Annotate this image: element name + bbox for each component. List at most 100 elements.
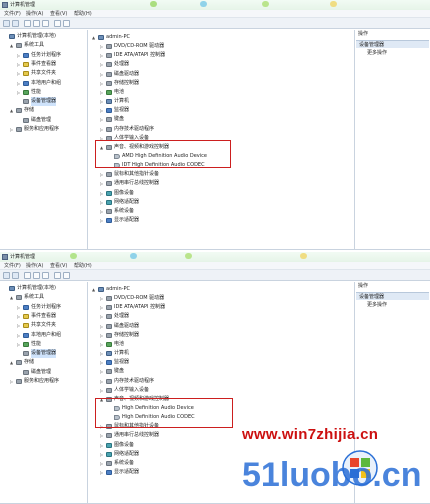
menu-file[interactable]: 文件(F) — [4, 10, 21, 18]
menu-help[interactable]: 帮助(H) — [74, 10, 92, 18]
expand-toggle-icon[interactable]: ▷ — [100, 441, 105, 450]
battery-icon — [106, 89, 112, 95]
menu-help[interactable]: 帮助(H) — [74, 262, 92, 270]
expand-toggle-icon[interactable]: ▷ — [100, 377, 105, 386]
expand-toggle-icon[interactable]: ▷ — [100, 367, 105, 376]
tree-item-label: 存储 — [24, 359, 35, 366]
expand-toggle-icon[interactable]: ▷ — [100, 189, 105, 198]
expand-toggle-icon[interactable]: ▷ — [100, 170, 105, 179]
tree-item-label: 磁盘驱动器 — [114, 322, 140, 329]
menu-bar: 文件(F) 操作(A) 查看(V) 帮助(H) — [0, 262, 430, 270]
expand-toggle-icon[interactable]: ▲ — [10, 106, 15, 115]
update-driver-icon[interactable] — [63, 20, 70, 27]
expand-toggle-icon[interactable]: ▷ — [100, 216, 105, 225]
more-actions-link[interactable]: 更多操作 — [367, 301, 387, 309]
expand-toggle-icon[interactable]: ▷ — [100, 60, 105, 69]
storage-icon — [16, 360, 22, 366]
device-manager-icon — [23, 99, 29, 105]
watermark-logo: 51luobo.cn — [242, 450, 421, 494]
title-bar: 计算机管理 — [0, 252, 430, 262]
expand-toggle-icon[interactable]: ▷ — [100, 42, 105, 51]
expand-toggle-icon[interactable]: ▷ — [17, 312, 22, 321]
expand-toggle-icon[interactable]: ▷ — [100, 431, 105, 440]
expand-toggle-icon[interactable]: ▷ — [100, 450, 105, 459]
show-hide-tree-icon[interactable] — [24, 272, 31, 279]
expand-toggle-icon[interactable]: ▷ — [100, 322, 105, 331]
more-actions-link[interactable]: 更多操作 — [367, 49, 387, 57]
update-driver-icon[interactable] — [63, 272, 70, 279]
expand-toggle-icon[interactable]: ▷ — [17, 69, 22, 78]
forward-icon[interactable] — [12, 20, 19, 27]
expand-toggle-icon[interactable]: ▷ — [100, 97, 105, 106]
expand-toggle-icon[interactable]: ▲ — [10, 293, 15, 302]
expand-toggle-icon[interactable]: ▷ — [100, 340, 105, 349]
expand-toggle-icon[interactable]: ▷ — [100, 106, 105, 115]
expand-toggle-icon[interactable]: ▷ — [100, 88, 105, 97]
expand-toggle-icon[interactable]: ▷ — [100, 303, 105, 312]
highlight-box — [95, 140, 231, 168]
properties-icon[interactable] — [33, 20, 40, 27]
expand-toggle-icon[interactable]: ▷ — [100, 358, 105, 367]
keyboard-icon — [106, 117, 112, 123]
scan-hardware-icon[interactable] — [54, 20, 61, 27]
tree-item-label: 设备管理器 — [31, 349, 57, 359]
menu-action[interactable]: 操作(A) — [26, 262, 43, 270]
tree-item-label: 键盘 — [114, 368, 125, 375]
help-icon[interactable] — [42, 272, 49, 279]
computer-icon — [106, 351, 112, 357]
expand-toggle-icon[interactable]: ▲ — [92, 33, 97, 42]
expand-toggle-icon[interactable]: ▷ — [17, 79, 22, 88]
expand-toggle-icon[interactable]: ▷ — [100, 468, 105, 477]
back-icon[interactable] — [3, 272, 10, 279]
actions-section-device-manager[interactable]: 设备管理器 — [356, 40, 429, 48]
expand-toggle-icon[interactable]: ▷ — [100, 115, 105, 124]
expand-toggle-icon[interactable]: ▲ — [10, 41, 15, 50]
expand-toggle-icon[interactable]: ▷ — [100, 125, 105, 134]
menu-file[interactable]: 文件(F) — [4, 262, 21, 270]
expand-toggle-icon[interactable]: ▷ — [100, 198, 105, 207]
scan-hardware-icon[interactable] — [54, 272, 61, 279]
expand-toggle-icon[interactable]: ▷ — [100, 349, 105, 358]
expand-toggle-icon[interactable]: ▷ — [17, 321, 22, 330]
disk-management-icon — [23, 369, 29, 375]
show-hide-tree-icon[interactable] — [24, 20, 31, 27]
imaging-device-icon — [106, 190, 112, 196]
help-icon[interactable] — [42, 20, 49, 27]
back-icon[interactable] — [3, 20, 10, 27]
tree-item-label: 事件查看器 — [31, 60, 57, 67]
expand-toggle-icon[interactable]: ▲ — [92, 285, 97, 294]
forward-icon[interactable] — [12, 272, 19, 279]
actions-section-device-manager[interactable]: 设备管理器 — [356, 292, 429, 300]
expand-toggle-icon[interactable]: ▷ — [100, 79, 105, 88]
expand-toggle-icon[interactable]: ▷ — [100, 70, 105, 79]
expand-toggle-icon[interactable]: ▷ — [10, 377, 15, 386]
expand-toggle-icon[interactable]: ▷ — [100, 386, 105, 395]
tree-item-label: 磁盘驱动器 — [114, 70, 140, 77]
expand-toggle-icon[interactable]: ▷ — [17, 303, 22, 312]
monitor-icon — [106, 360, 112, 366]
expand-toggle-icon[interactable]: ▷ — [100, 294, 105, 303]
expand-toggle-icon[interactable]: ▷ — [100, 179, 105, 188]
menu-view[interactable]: 查看(V) — [50, 262, 67, 270]
expand-toggle-icon[interactable]: ▷ — [100, 312, 105, 321]
expand-toggle-icon[interactable]: ▲ — [10, 358, 15, 367]
storage-controller-icon — [106, 332, 112, 338]
expand-toggle-icon[interactable]: ▷ — [100, 459, 105, 468]
tree-item-label: 网络适配器 — [114, 450, 140, 457]
tree-item-label: 内存技术驱动程序 — [114, 377, 155, 384]
actions-header: 操作 — [358, 31, 369, 37]
expand-toggle-icon[interactable]: ▷ — [17, 331, 22, 340]
tree-item-label: admin-PC — [106, 34, 130, 40]
expand-toggle-icon[interactable]: ▷ — [100, 207, 105, 216]
expand-toggle-icon[interactable]: ▷ — [17, 51, 22, 60]
menu-view[interactable]: 查看(V) — [50, 10, 67, 18]
performance-icon — [23, 89, 29, 95]
expand-toggle-icon[interactable]: ▷ — [10, 125, 15, 134]
expand-toggle-icon[interactable]: ▷ — [100, 331, 105, 340]
expand-toggle-icon[interactable]: ▷ — [100, 51, 105, 60]
expand-toggle-icon[interactable]: ▷ — [17, 340, 22, 349]
menu-action[interactable]: 操作(A) — [26, 10, 43, 18]
properties-icon[interactable] — [33, 272, 40, 279]
expand-toggle-icon[interactable]: ▷ — [17, 88, 22, 97]
expand-toggle-icon[interactable]: ▷ — [17, 60, 22, 69]
